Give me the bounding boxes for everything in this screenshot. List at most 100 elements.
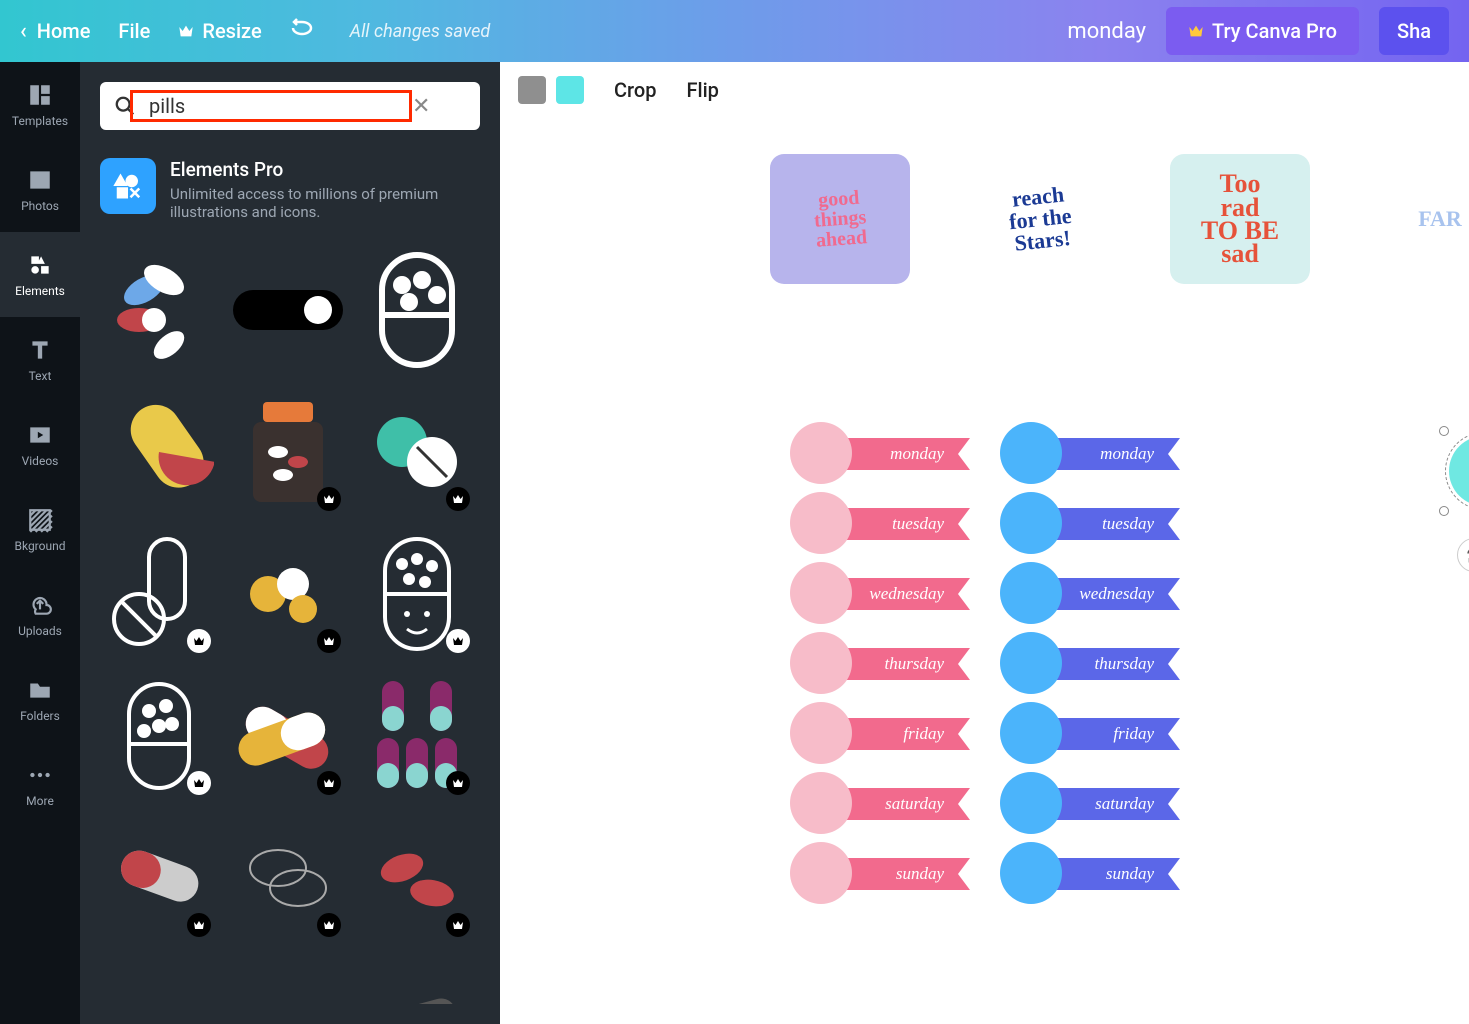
premium-badge: [317, 913, 341, 937]
floating-controls: [1457, 538, 1469, 572]
element-pills-line-1[interactable]: [100, 529, 217, 659]
day-label-pink[interactable]: tuesday: [790, 504, 970, 544]
resize-button[interactable]: Resize: [178, 19, 261, 43]
selected-element[interactable]: [1443, 430, 1469, 512]
share-button[interactable]: Sha: [1379, 7, 1449, 55]
rail-label: Videos: [22, 454, 59, 468]
rail-elements[interactable]: Elements: [0, 232, 80, 317]
element-pill-face[interactable]: [359, 529, 476, 659]
premium-badge: [317, 487, 341, 511]
sync-button[interactable]: [1457, 538, 1469, 572]
canvas-area: Crop Flip good things ahead reach for th…: [500, 62, 1469, 1024]
search-highlight: [130, 90, 412, 122]
day-column-pink: monday tuesday wednesday thursday friday…: [790, 434, 970, 894]
element-pill-bottle[interactable]: [229, 387, 346, 517]
rail-more[interactable]: More: [0, 742, 80, 827]
crop-button[interactable]: Crop: [614, 78, 656, 102]
day-label-pink[interactable]: sunday: [790, 854, 970, 894]
premium-badge: [446, 629, 470, 653]
clear-search-icon[interactable]: ✕: [412, 94, 430, 119]
try-pro-button[interactable]: Try Canva Pro: [1166, 7, 1359, 55]
videos-icon: [27, 422, 53, 448]
top-bar: ‹ Home File Resize All changes saved mon…: [0, 0, 1469, 62]
search-results: [100, 245, 480, 1004]
rail-label: Uploads: [18, 624, 62, 638]
day-label-blue[interactable]: tuesday: [1000, 504, 1180, 544]
rail-folders[interactable]: Folders: [0, 657, 80, 742]
element-pills-line-2[interactable]: [100, 671, 217, 801]
background-icon: [27, 507, 53, 533]
document-viewport[interactable]: good things ahead reach for the Stars! T…: [730, 118, 1469, 1024]
rail-label: Elements: [15, 284, 65, 298]
sticker-good-things[interactable]: good things ahead: [770, 154, 910, 284]
flip-button[interactable]: Flip: [686, 78, 718, 102]
rail-background[interactable]: Bkground: [0, 487, 80, 572]
rail-uploads[interactable]: Uploads: [0, 572, 80, 657]
rail-photos[interactable]: Photos: [0, 147, 80, 232]
element-capsules-cross[interactable]: [229, 671, 346, 801]
search-input[interactable]: [149, 94, 403, 118]
promo-icon: [100, 158, 156, 214]
day-label-blue[interactable]: friday: [1000, 714, 1180, 754]
day-label-blue[interactable]: saturday: [1000, 784, 1180, 824]
undo-button[interactable]: [290, 18, 314, 44]
element-capsule-yellow-red[interactable]: [100, 387, 217, 517]
color-swatch-1[interactable]: [518, 76, 546, 104]
element-pill-black[interactable]: [229, 245, 346, 375]
element-pills-sketch[interactable]: [229, 813, 346, 943]
day-label-pink[interactable]: friday: [790, 714, 970, 754]
premium-badge: [187, 913, 211, 937]
elements-pro-promo[interactable]: Elements Pro Unlimited access to million…: [100, 158, 480, 221]
day-label-pink[interactable]: thursday: [790, 644, 970, 684]
sticker-row: good things ahead reach for the Stars! T…: [770, 154, 1469, 284]
rail-videos[interactable]: Videos: [0, 402, 80, 487]
day-label-blue[interactable]: thursday: [1000, 644, 1180, 684]
document-title[interactable]: monday: [1067, 19, 1146, 44]
sticker-far[interactable]: FAR: [1370, 154, 1469, 284]
element-pills-1[interactable]: [100, 245, 217, 375]
day-label-blue[interactable]: monday: [1000, 434, 1180, 474]
crown-icon: [1188, 24, 1204, 38]
day-label-blue[interactable]: wednesday: [1000, 574, 1180, 614]
element-pills-red[interactable]: [359, 813, 476, 943]
crown-icon: [178, 24, 194, 38]
promo-title: Elements Pro: [170, 158, 450, 181]
home-label: Home: [37, 19, 91, 43]
save-status: All changes saved: [350, 21, 491, 42]
element-capsule-gray[interactable]: [359, 955, 476, 1004]
day-label-blue[interactable]: sunday: [1000, 854, 1180, 894]
element-capsule-red-gray[interactable]: [100, 813, 217, 943]
element-pill-outline[interactable]: [359, 245, 476, 375]
premium-badge: [317, 629, 341, 653]
page-1[interactable]: good things ahead reach for the Stars! T…: [730, 118, 1469, 1024]
day-label-pink[interactable]: saturday: [790, 784, 970, 824]
home-button[interactable]: ‹ Home: [20, 19, 90, 44]
day-label-pink[interactable]: wednesday: [790, 574, 970, 614]
promo-desc: Unlimited access to millions of premium …: [170, 185, 450, 221]
resize-label: Resize: [202, 19, 261, 43]
resize-handle-sw[interactable]: [1439, 506, 1449, 516]
more-icon: [27, 762, 53, 788]
rail-text[interactable]: Text: [0, 317, 80, 402]
element-blank[interactable]: [229, 955, 346, 1004]
color-swatch-2[interactable]: [556, 76, 584, 104]
elements-icon: [27, 252, 53, 278]
element-wave-blue[interactable]: [100, 955, 217, 1004]
element-pills-teal[interactable]: [359, 387, 476, 517]
rail-label: Text: [29, 369, 52, 383]
element-pills-yellow[interactable]: [229, 529, 346, 659]
rail-templates[interactable]: Templates: [0, 62, 80, 147]
uploads-icon: [27, 592, 53, 618]
sticker-reach-stars[interactable]: reach for the Stars!: [970, 154, 1110, 284]
day-label-pink[interactable]: monday: [790, 434, 970, 474]
element-capsules-stack[interactable]: [359, 671, 476, 801]
resize-handle-nw[interactable]: [1439, 426, 1449, 436]
premium-badge: [446, 913, 470, 937]
photos-icon: [27, 167, 53, 193]
day-column-blue: monday tuesday wednesday thursday friday…: [1000, 434, 1180, 894]
rail-label: Folders: [20, 709, 60, 723]
rail-label: Photos: [21, 199, 59, 213]
premium-badge: [446, 771, 470, 795]
file-menu[interactable]: File: [118, 19, 150, 43]
sticker-too-rad[interactable]: Too rad TO BE sad: [1170, 154, 1310, 284]
